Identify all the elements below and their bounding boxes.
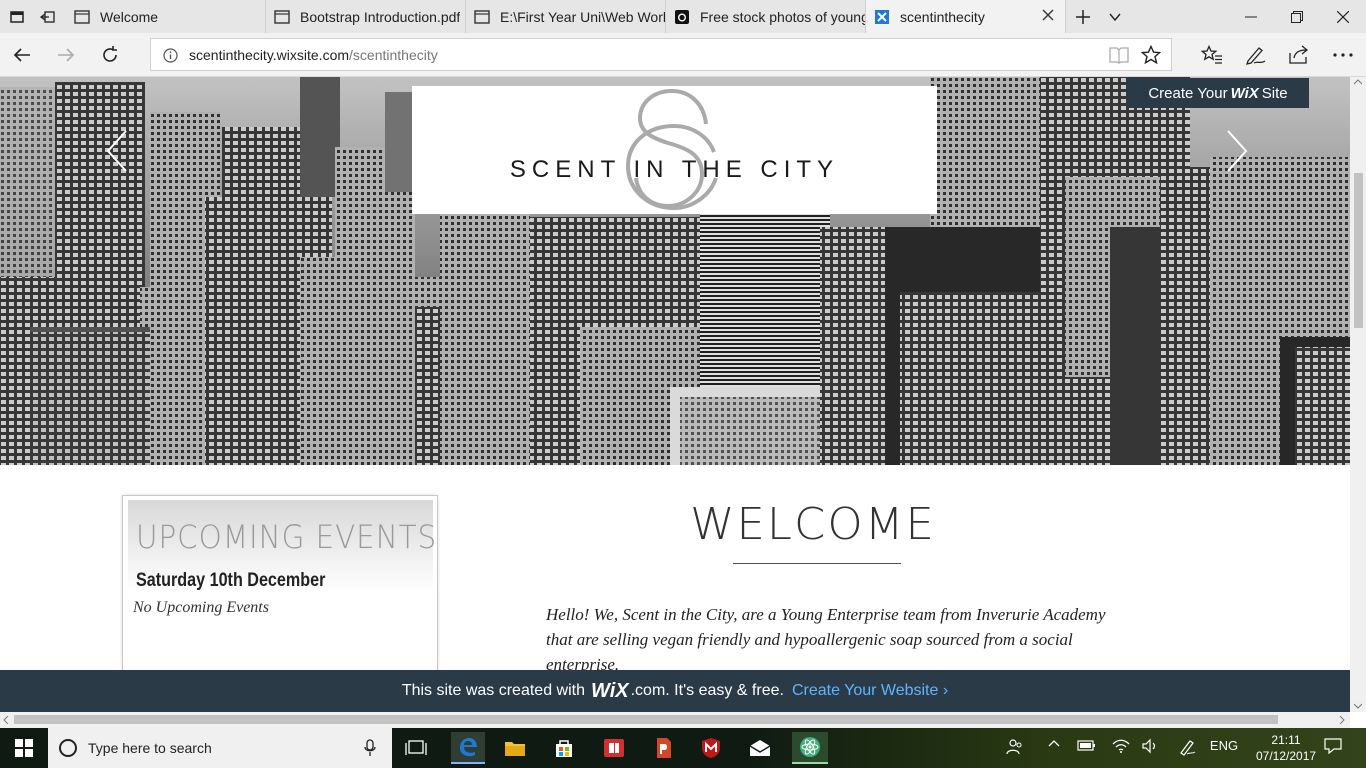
tab-bootstrap-pdf[interactable]: Bootstrap Introduction.pdf (266, 0, 466, 33)
cortana-circle-icon (59, 739, 77, 757)
create-wix-site-button[interactable]: Create Your WiX Site (1127, 78, 1309, 108)
action-center-icon[interactable] (1322, 738, 1344, 754)
battery-icon[interactable] (1076, 738, 1098, 752)
reading-view-icon[interactable] (1109, 46, 1129, 69)
hub-favorites-icon[interactable] (1196, 39, 1228, 71)
wix-icon (874, 9, 890, 25)
tab-label: scentinthecity (900, 8, 985, 25)
edge-taskbar-icon[interactable] (451, 732, 485, 764)
close-window-icon[interactable] (1320, 0, 1366, 33)
close-tab-icon[interactable] (1041, 8, 1055, 25)
tab-stock-photos[interactable]: Free stock photos of young (666, 0, 866, 33)
tab-actions-icon[interactable] (0, 0, 34, 33)
windows-ink-icon[interactable] (1176, 738, 1198, 756)
restore-icon[interactable] (1274, 0, 1320, 33)
search-placeholder: Type here to search (88, 740, 212, 756)
tab-label: Free stock photos of young (700, 8, 865, 25)
store-icon[interactable] (548, 732, 580, 764)
taskbar-search-box[interactable]: Type here to search (48, 728, 392, 768)
scroll-right-icon[interactable] (1339, 716, 1345, 724)
input-language-indicator[interactable]: ENG (1208, 738, 1240, 753)
welcome-heading: WELCOME (690, 499, 936, 550)
info-icon[interactable] (163, 48, 178, 68)
set-tabs-aside-icon[interactable] (34, 0, 62, 33)
minimize-icon[interactable] (1228, 0, 1274, 33)
favorite-star-icon[interactable] (1140, 44, 1162, 70)
tab-label: E:\First Year Uni\Web Work\ (500, 8, 665, 25)
welcome-divider (733, 563, 901, 564)
events-title: UPCOMING EVENTS (136, 518, 438, 556)
file-explorer-icon[interactable] (499, 732, 531, 764)
share-icon[interactable] (1283, 39, 1315, 71)
page-icon (474, 9, 490, 25)
wix-button-prefix: Create Your (1148, 84, 1228, 102)
carousel-next-icon[interactable] (1222, 127, 1252, 175)
address-toolbar: scentinthecity.wixsite.com/scentinthecit… (0, 33, 1366, 77)
task-view-icon[interactable] (400, 732, 432, 764)
url-text: scentinthecity.wixsite.com/scentinthecit… (189, 47, 438, 63)
address-bar[interactable]: scentinthecity.wixsite.com/scentinthecit… (150, 38, 1172, 71)
wix-logo-text: WiX (1230, 84, 1259, 102)
vertical-scroll-thumb[interactable] (1354, 173, 1363, 328)
hero-city-image: SCENT IN THE CITY Create Your WiX Site (0, 77, 1350, 465)
show-hidden-icons-chevron-icon[interactable] (1044, 738, 1064, 748)
horizontal-scrollbar[interactable] (0, 712, 1350, 728)
scroll-left-icon[interactable] (3, 716, 9, 724)
mcafee-icon[interactable] (695, 732, 727, 764)
web-note-pen-icon[interactable] (1239, 39, 1271, 71)
wifi-icon[interactable] (1110, 738, 1132, 754)
mail-icon[interactable] (744, 732, 776, 764)
logo-text: SCENT IN THE CITY (509, 156, 840, 183)
banner-prefix: This site was created with (401, 682, 585, 699)
back-icon[interactable] (6, 39, 38, 71)
tab-label: Bootstrap Introduction.pdf (300, 8, 461, 25)
create-website-link[interactable]: Create Your Website › (792, 682, 948, 700)
tab-welcome[interactable]: Welcome (66, 0, 266, 33)
events-empty-text: No Upcoming Events (133, 599, 269, 616)
powerpoint-icon[interactable] (647, 732, 679, 764)
scroll-up-icon[interactable] (1354, 79, 1362, 85)
tab-label: Welcome (100, 8, 159, 25)
carousel-prev-icon[interactable] (102, 127, 132, 175)
logo-sc-monogram (625, 88, 718, 211)
vertical-scrollbar[interactable] (1350, 77, 1366, 712)
camera-icon (674, 9, 690, 25)
refresh-icon[interactable] (94, 39, 126, 71)
windows-taskbar: Type here to search ENG 21:11 07/12/2017 (0, 728, 1366, 768)
microphone-icon[interactable] (364, 739, 376, 757)
more-icon[interactable] (1327, 39, 1359, 71)
events-date: Saturday 10th December (136, 570, 326, 591)
welcome-paragraph: Hello! We, Scent in the City, are a Youn… (546, 605, 1106, 674)
scroll-down-icon[interactable] (1354, 703, 1362, 709)
url-path: /scentinthecity (349, 47, 438, 63)
events-header: UPCOMING EVENTS Saturday 10th December (128, 500, 436, 592)
url-host: scentinthecity.wixsite.com (189, 47, 350, 63)
new-tab-icon[interactable] (1068, 0, 1098, 33)
site-logo[interactable]: SCENT IN THE CITY (412, 86, 937, 214)
wix-logo-text: WiX (591, 679, 629, 702)
red-app-icon[interactable] (598, 732, 630, 764)
wix-ad-banner[interactable]: This site was created with WiX .com. It'… (0, 670, 1350, 712)
banner-suffix: .com. It's easy & free. (630, 682, 784, 699)
atom-app-icon[interactable] (792, 732, 828, 764)
browser-tab-strip: Welcome Bootstrap Introduction.pdf E:\Fi… (0, 0, 1366, 33)
page-icon (74, 9, 90, 25)
page-icon (274, 9, 290, 25)
taskbar-clock[interactable]: 21:11 07/12/2017 (1256, 732, 1316, 764)
volume-icon[interactable] (1139, 738, 1161, 754)
forward-icon[interactable] (50, 39, 82, 71)
horizontal-scroll-thumb[interactable] (14, 715, 1278, 724)
people-icon[interactable] (1004, 738, 1026, 756)
upcoming-events-panel: UPCOMING EVENTS Saturday 10th December N… (122, 495, 438, 695)
tab-local-file[interactable]: E:\First Year Uni\Web Work\ (466, 0, 666, 33)
wix-button-suffix: Site (1261, 84, 1288, 102)
page-viewport: SCENT IN THE CITY Create Your WiX Site U… (0, 77, 1350, 712)
start-windows-icon[interactable] (8, 732, 40, 764)
tab-preview-chevron-icon[interactable] (1100, 0, 1130, 33)
clock-time: 21:11 (1271, 733, 1301, 747)
clock-date: 07/12/2017 (1256, 749, 1317, 763)
tab-scentinthecity[interactable]: scentinthecity (866, 0, 1066, 33)
